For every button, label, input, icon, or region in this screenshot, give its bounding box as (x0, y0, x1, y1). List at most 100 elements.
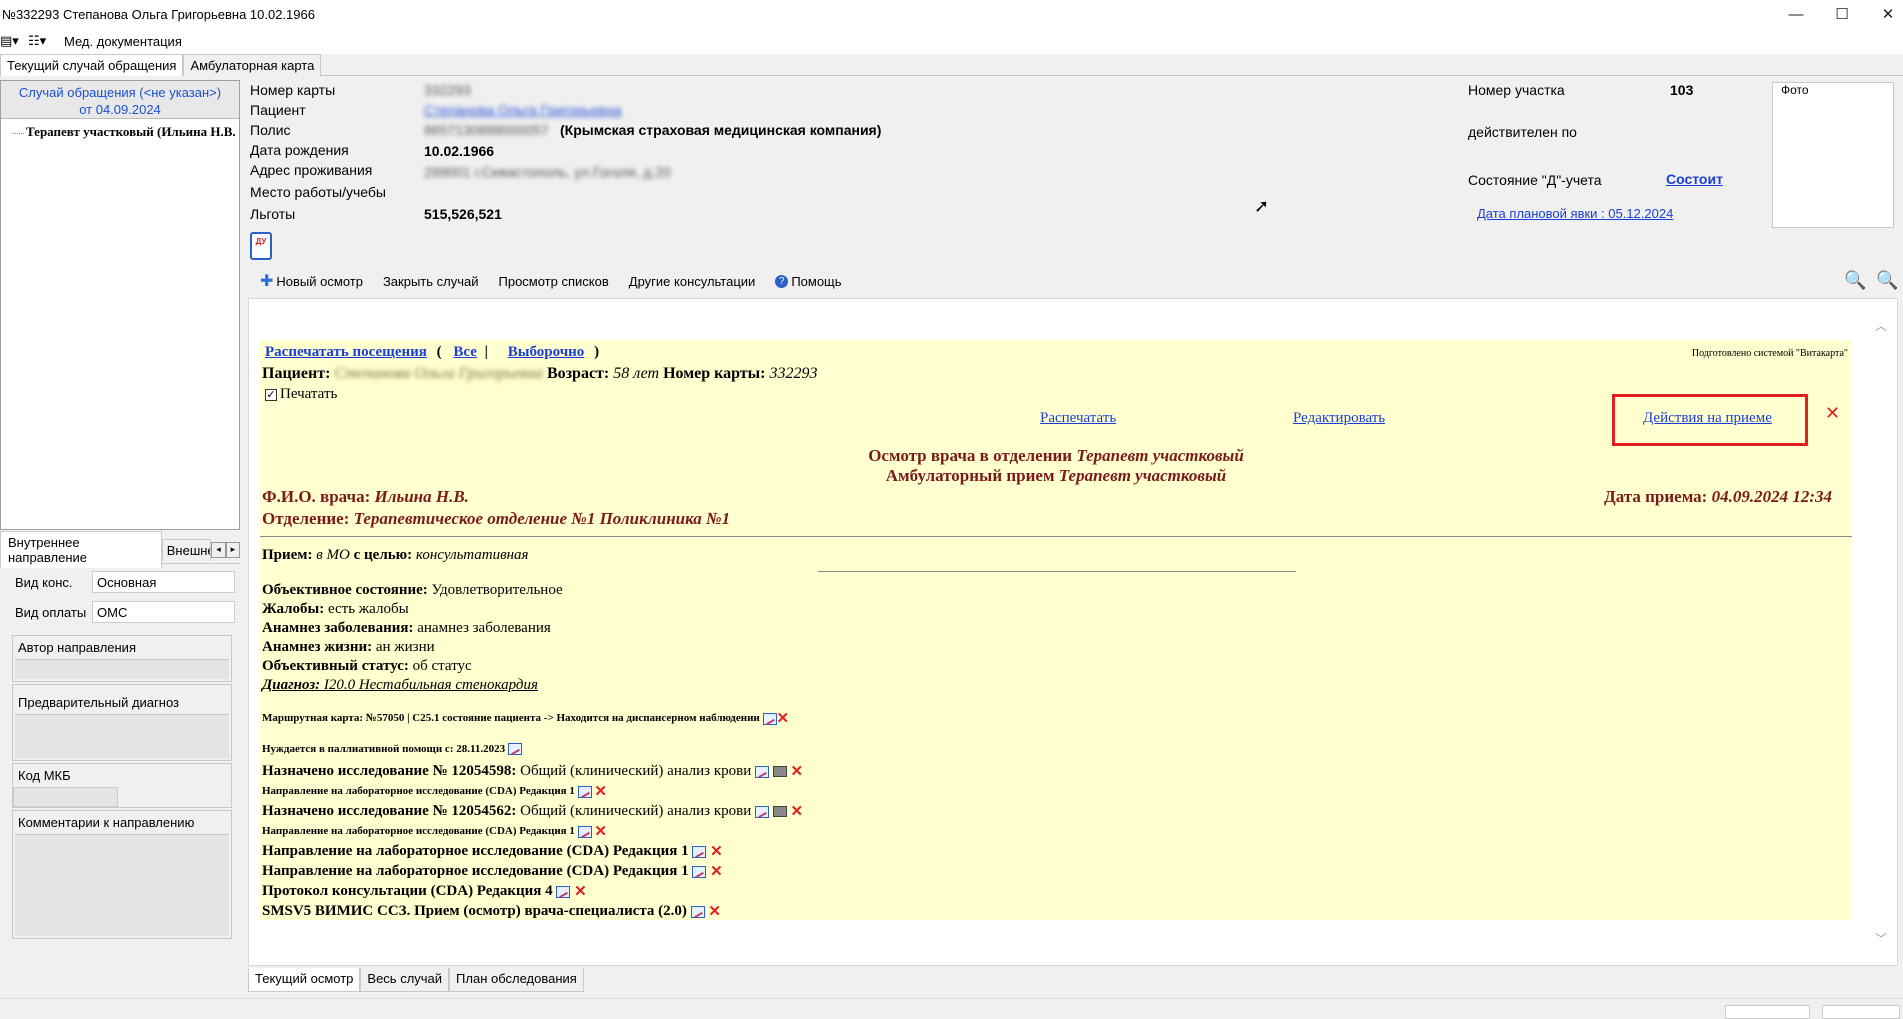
print-icon[interactable] (772, 766, 787, 777)
photo-box[interactable]: Фото (1772, 82, 1894, 228)
address-label: Адрес проживания (250, 162, 373, 178)
status-value: об статус (412, 658, 472, 674)
edit-icon[interactable] (577, 825, 592, 838)
card-number-value: 332293 (424, 82, 471, 98)
scroll-up-icon[interactable]: ︿ (1875, 317, 1887, 334)
tab-internal-direction[interactable]: Внутреннее направление (0, 531, 162, 568)
view-lists-button[interactable]: Просмотр списков (489, 274, 619, 289)
comments-box: Комментарии к направлению (12, 810, 232, 939)
help-label: Помощь (791, 273, 842, 289)
doctor-node[interactable]: Терапевт участковый (Ильина Н.В. (1, 119, 239, 140)
doc-menu-icon[interactable]: ☷▾ (28, 33, 54, 49)
close-button[interactable]: ✕ (1865, 0, 1903, 28)
med-docs-menu[interactable]: Мед. документация (64, 34, 182, 49)
palliative-text: Нуждается в паллиативной помощи с: 28.11… (262, 743, 506, 755)
scroll-down-icon[interactable]: ﹀ (1875, 930, 1887, 947)
study2-label: Назначено исследование № 12054562: (262, 802, 517, 819)
vid-kons-field[interactable]: Основная (92, 571, 235, 593)
du-icon-text: ДУ (255, 237, 267, 246)
edit-icon[interactable] (762, 712, 777, 725)
edit-icon[interactable] (754, 765, 769, 778)
du-clipboard-icon[interactable]: ДУ (250, 232, 272, 260)
patient-name-link[interactable]: Степанова Ольга Григорьевна (424, 102, 621, 118)
selective-link[interactable]: Выборочно (508, 344, 585, 360)
edit-icon[interactable] (692, 865, 707, 878)
d-state-link[interactable]: Состоит (1666, 171, 1723, 187)
study1-label: Назначено исследование № 12054598: (262, 762, 517, 779)
life-label: Анамнез жизни: (262, 639, 373, 655)
delete-icon[interactable]: ✕ (777, 711, 790, 727)
case-tree-panel: Случай обращения (<не указан>) от 04.09.… (0, 80, 240, 530)
delete-icon[interactable]: ✕ (594, 784, 607, 800)
zoom-in-icon[interactable]: 🔍 (1844, 270, 1866, 291)
vid-oplaty-field[interactable]: ОМС (92, 601, 235, 623)
dob-value: 10.02.1966 (424, 143, 495, 159)
edit-icon[interactable] (754, 805, 769, 818)
close-doc-icon[interactable]: ✕ (1825, 403, 1840, 424)
priem-goal: консультативная (415, 547, 529, 563)
prelim-diag-field[interactable] (15, 714, 229, 758)
app-menu-icon[interactable]: ▤▾ (0, 33, 19, 49)
tab-scroll-right-icon[interactable]: ▸ (225, 541, 240, 558)
delete-icon[interactable]: ✕ (790, 764, 803, 780)
title-bar: №332293 Степанова Ольга Григорьевна 10.0… (0, 0, 1903, 28)
dept-value-doc: Терапевтическое отделение №1 Поликлиника… (353, 509, 731, 528)
delete-icon[interactable]: ✕ (710, 844, 723, 860)
case-node[interactable]: Случай обращения (<не указан>) от 04.09.… (1, 81, 239, 119)
tab-current-exam[interactable]: Текущий осмотр (248, 968, 361, 992)
edit-icon[interactable] (577, 785, 592, 798)
edit-icon[interactable] (507, 743, 522, 756)
delete-icon[interactable]: ✕ (574, 884, 587, 900)
menu-bar: ▤▾ ☷▾ Мед. документация (0, 28, 1903, 54)
edit-icon[interactable] (692, 845, 707, 858)
tab-scroll-left-icon[interactable]: ◂ (211, 541, 226, 558)
tab-whole-case[interactable]: Весь случай (360, 968, 450, 992)
planned-visit-link[interactable]: Дата плановой явки : 05.12.2024 (1477, 206, 1673, 221)
top-tabs: Текущий случай обращения Амбулаторная ка… (0, 54, 1903, 76)
print-link[interactable]: Распечатать (1040, 410, 1116, 427)
diag-value: I20.0 Нестабильная стенокардия (323, 677, 538, 693)
maximize-button[interactable]: ☐ (1819, 0, 1865, 28)
delete-icon[interactable]: ✕ (594, 824, 607, 840)
mkb-field[interactable] (13, 787, 118, 807)
tab-current-case[interactable]: Текущий случай обращения (0, 54, 184, 76)
tab-ambulatory-card[interactable]: Амбулаторная карта (183, 54, 322, 76)
edit-icon[interactable] (556, 885, 571, 898)
zoom-out-icon[interactable]: 🔍 (1876, 270, 1898, 291)
actions-link[interactable]: Действия на приеме (1643, 410, 1772, 427)
all-link[interactable]: Все (453, 344, 477, 360)
new-exam-button[interactable]: ✚ Новый осмотр (250, 271, 373, 291)
other-consults-button[interactable]: Другие консультации (619, 274, 766, 289)
mkb-label: Код МКБ (18, 768, 71, 783)
case-node-title: Случай обращения (<не указан>) (18, 85, 222, 100)
window-title: №332293 Степанова Ольга Григорьевна 10.0… (2, 6, 315, 22)
study1-value: Общий (клинический) анализ крови (520, 762, 752, 779)
tab-exam-plan[interactable]: План обследования (449, 968, 584, 992)
minimize-button[interactable]: — (1773, 0, 1819, 28)
edit-icon[interactable] (690, 905, 705, 918)
dob-label: Дата рождения (250, 142, 349, 158)
district-value: 103 (1670, 82, 1694, 98)
close-case-button[interactable]: Закрыть случай (373, 274, 489, 289)
comments-label: Комментарии к направлению (18, 815, 195, 830)
status-bar (0, 998, 1903, 1019)
print-checkbox[interactable]: ✓ (265, 388, 277, 401)
comments-field[interactable] (15, 834, 229, 936)
delete-icon[interactable]: ✕ (710, 864, 723, 880)
photo-label: Фото (1781, 83, 1809, 97)
edit-link[interactable]: Редактировать (1293, 410, 1385, 427)
print-visits-link[interactable]: Распечатать посещения (265, 344, 427, 360)
help-button[interactable]: ? Помощь (765, 274, 851, 289)
d-state-label: Состояние "Д"-учета (1468, 172, 1602, 188)
tab-external-direction[interactable]: Внешне (161, 538, 212, 561)
delete-icon[interactable]: ✕ (790, 804, 803, 820)
author-field[interactable] (15, 659, 229, 679)
print-icon[interactable] (772, 806, 787, 817)
author-label: Автор направления (18, 640, 136, 655)
delete-icon[interactable]: ✕ (708, 904, 721, 920)
toolbar: ✚ Новый осмотр Закрыть случай Просмотр с… (250, 268, 1900, 294)
doctor-label-doc: Ф.И.О. врача: (262, 487, 371, 506)
vid-oplaty-label: Вид оплаты (15, 604, 87, 620)
author-box: Автор направления (12, 635, 232, 682)
date-label-doc: Дата приема: (1604, 487, 1708, 506)
